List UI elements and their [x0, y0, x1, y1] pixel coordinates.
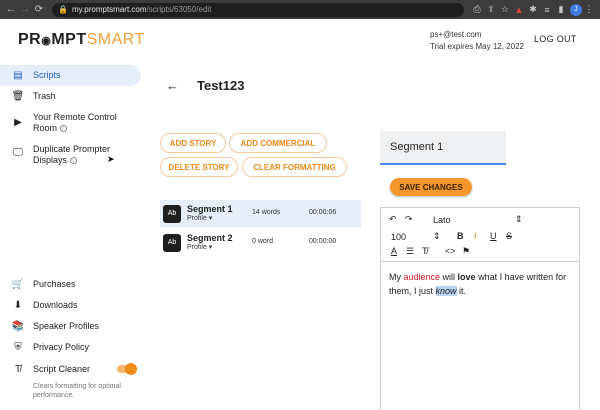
add-commercial-button[interactable]: ADD COMMERCIAL — [229, 133, 327, 153]
segment-word-count: 14 words — [252, 209, 281, 216]
trial-expiry: Trial expires May 12, 2022 — [430, 42, 524, 51]
segment-duration: 00:00:06 — [309, 209, 337, 216]
document-icon: ▤ — [13, 70, 23, 81]
share-icon[interactable]: ⇪ — [484, 4, 498, 15]
sidebar-item-label: Speaker Profiles — [33, 321, 100, 331]
reading-list-icon[interactable]: ≡ — [540, 5, 554, 15]
install-icon[interactable]: ⎙ — [470, 4, 484, 15]
sidebar-item-duplicate-displays[interactable]: 🖵 Duplicate Prompter Displays i — [0, 144, 110, 166]
editor-toolbar: ↶ ↷ Lato ⇕ 100 ⇕ B I U S A ☰ T̸ <> ⚑ — [381, 208, 579, 262]
code-icon[interactable]: <> — [445, 246, 456, 256]
extensions-puzzle-icon[interactable]: ✱ — [526, 4, 540, 15]
sidebar-item-script-cleaner: T̸ Script Cleaner — [0, 364, 90, 375]
redo-icon[interactable]: ↷ — [405, 214, 413, 225]
browser-toolbar: ← → ⟳ 🔒 my.promptsmart.com/scripts/63050… — [0, 0, 600, 19]
script-title: Test123 — [197, 78, 245, 93]
clear-format-icon: T̸ — [14, 364, 22, 375]
info-icon[interactable]: i — [69, 157, 77, 165]
rich-text-editor: ↶ ↷ Lato ⇕ 100 ⇕ B I U S A ☰ T̸ <> ⚑ My … — [380, 207, 580, 410]
logout-button[interactable]: LOG OUT — [534, 34, 577, 44]
download-icon: ⬇ — [13, 300, 23, 311]
segment-name: Segment 1 — [187, 204, 233, 214]
clear-formatting-button[interactable]: CLEAR FORMATTING — [242, 157, 347, 177]
account-email: ps+@test.com — [430, 30, 482, 39]
script-cleaner-description: Clears formatting for optimal performance… — [33, 383, 121, 399]
info-icon[interactable]: i — [59, 125, 67, 133]
sidebar-item-speaker-profiles[interactable]: 📚 Speaker Profiles — [0, 321, 99, 332]
flag-icon[interactable]: ⚑ — [462, 246, 470, 257]
sidebar-item-privacy-policy[interactable]: ⛨ Privacy Policy — [0, 342, 89, 353]
sidebar-item-label: Your Remote Control Room i — [33, 112, 117, 133]
undo-icon[interactable]: ↶ — [389, 214, 397, 225]
sidebar-item-label: Downloads — [33, 300, 78, 310]
segment-row-2[interactable]: Ab Segment 2 Profile ▾ 0 word 00:00:00 — [160, 229, 361, 256]
account-info: ps+@test.com Trial expires May 12, 2022 — [430, 29, 524, 53]
shield-icon: ⛨ — [14, 342, 22, 353]
sidebar-item-downloads[interactable]: ⬇ Downloads — [0, 300, 78, 311]
microphone-icon: ◉ — [41, 35, 52, 47]
strikethrough-icon[interactable]: S — [506, 231, 512, 241]
segment-profile-dropdown[interactable]: Profile ▾ — [187, 243, 233, 252]
segment-word-count: 0 word — [252, 238, 274, 245]
segment-row-1[interactable]: Ab Segment 1 Profile ▾ 14 words 00:00:06 — [160, 200, 361, 227]
pdf-extension-icon[interactable]: ▲ — [512, 5, 526, 15]
sidebar-item-label: Duplicate Prompter Displays i — [33, 144, 111, 165]
remote-document-icon: ▶ — [14, 117, 22, 128]
segment-name: Segment 2 — [187, 233, 233, 243]
segment-badge: Ab — [163, 204, 181, 223]
profile-avatar[interactable]: J — [570, 3, 582, 16]
address-bar[interactable]: 🔒 my.promptsmart.com/scripts/63050/edit — [52, 2, 464, 17]
browser-forward-icon[interactable]: → — [18, 4, 32, 15]
add-story-button[interactable]: ADD STORY — [160, 133, 226, 153]
segment-title-input[interactable]: Segment 1 — [380, 131, 506, 165]
font-size-chevron-icon[interactable]: ⇕ — [433, 231, 441, 242]
font-size-select[interactable]: 100 — [391, 232, 406, 242]
font-family-select[interactable]: Lato — [433, 215, 451, 225]
editor-content[interactable]: My audience will love what I have writte… — [389, 270, 574, 298]
bold-icon[interactable]: B — [457, 231, 464, 241]
sidebar-item-purchases[interactable]: 🛒 Purchases — [0, 279, 76, 290]
segment-profile-dropdown[interactable]: Profile ▾ — [187, 214, 233, 223]
text-color-icon[interactable]: A — [391, 246, 397, 256]
sidebar-panel-icon[interactable]: ▮ — [554, 4, 568, 15]
books-icon: 📚 — [11, 321, 25, 332]
sidebar-item-label: Trash — [33, 91, 56, 101]
browser-menu-icon[interactable]: ⋮ — [582, 4, 596, 15]
browser-back-icon[interactable]: ← — [4, 4, 18, 15]
sidebar-item-label: Scripts — [33, 70, 61, 80]
font-family-chevron-icon[interactable]: ⇕ — [515, 214, 523, 225]
sidebar-item-label: Script Cleaner — [33, 364, 91, 374]
align-icon[interactable]: ☰ — [406, 246, 414, 257]
back-arrow-icon[interactable]: ← — [166, 78, 179, 93]
promptsmart-logo[interactable]: PR◉MPTSMART — [18, 31, 145, 49]
monitor-icon: 🖵 — [13, 147, 23, 158]
save-changes-button[interactable]: SAVE CHANGES — [390, 178, 472, 196]
url-text: my.promptsmart.com/scripts/63050/edit — [71, 5, 212, 14]
sidebar-item-remote-control-room[interactable]: ▶ Your Remote Control Room i — [0, 112, 117, 134]
cart-icon: 🛒 — [11, 279, 25, 290]
mouse-cursor-icon: ➤ — [107, 154, 115, 164]
delete-story-button[interactable]: DELETE STORY — [160, 157, 238, 177]
lock-icon: 🔒 — [58, 5, 68, 14]
segment-duration: 00:00:00 — [309, 238, 337, 245]
sidebar-item-label: Purchases — [33, 279, 76, 289]
trash-icon: 🗑 — [11, 91, 25, 102]
browser-reload-icon[interactable]: ⟳ — [32, 4, 46, 15]
clear-format-icon[interactable]: T̸ — [422, 246, 428, 256]
sidebar-item-scripts[interactable]: ▤ Scripts — [0, 65, 141, 86]
script-cleaner-toggle[interactable] — [117, 363, 137, 375]
toggle-knob — [125, 363, 137, 375]
italic-icon[interactable]: I — [474, 231, 477, 241]
segment-badge: Ab — [163, 233, 181, 252]
sidebar-item-trash[interactable]: 🗑 Trash — [0, 91, 56, 102]
sidebar-item-label: Privacy Policy — [33, 342, 90, 352]
bookmark-star-icon[interactable]: ☆ — [498, 4, 512, 15]
underline-icon[interactable]: U — [490, 231, 497, 241]
